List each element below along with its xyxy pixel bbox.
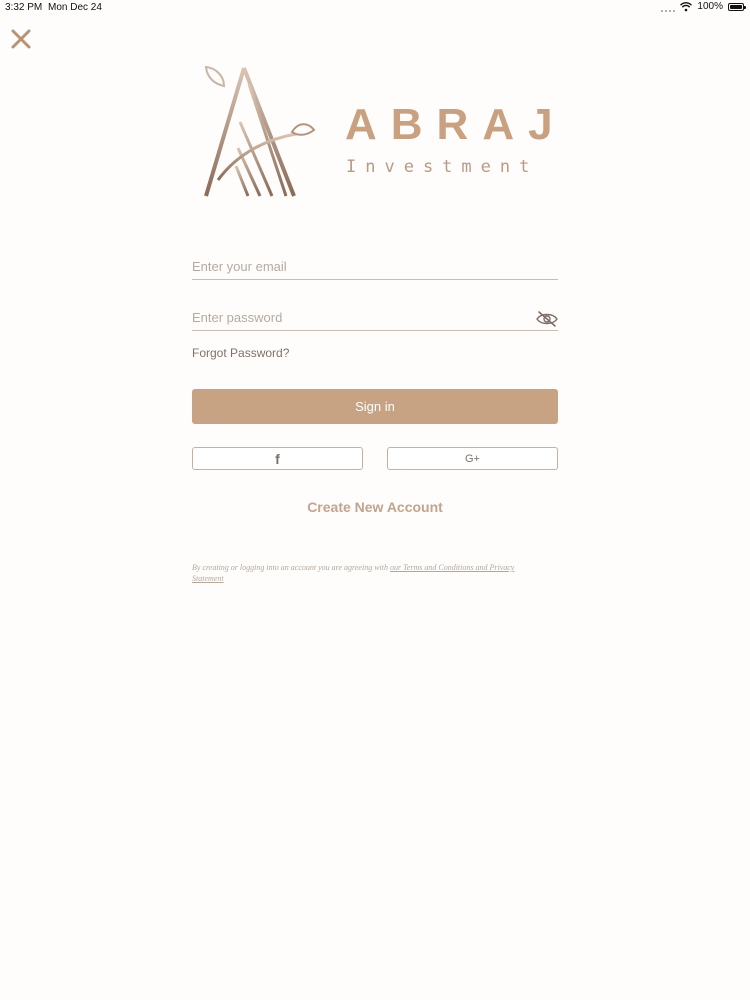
terms-notice: By creating or logging into an account y… (192, 562, 532, 584)
battery-icon (728, 2, 746, 11)
facebook-icon: f (275, 450, 280, 467)
logo-wordmark: ABRAJ (345, 100, 567, 149)
google-login-button[interactable]: G+ (387, 447, 558, 470)
forgot-password-link[interactable]: Forgot Password? (192, 346, 289, 360)
wifi-icon (680, 1, 693, 11)
close-button[interactable] (10, 28, 32, 50)
logo-mark-icon (204, 65, 316, 197)
email-field-wrapper (192, 253, 558, 280)
create-account-link[interactable]: Create New Account (192, 499, 558, 515)
status-bar: 3:32 PM Mon Dec 24 100% (0, 0, 750, 16)
password-input[interactable] (192, 304, 522, 330)
battery-percent: 100% (697, 1, 723, 12)
status-time: 3:32 PM (5, 2, 43, 13)
google-plus-icon: G+ (465, 452, 480, 465)
status-right: 100% (661, 1, 746, 12)
signal-icon (661, 2, 676, 12)
brand-logo: ABRAJ Investment (200, 62, 560, 202)
sign-in-button[interactable]: Sign in (192, 389, 558, 424)
facebook-login-button[interactable]: f (192, 447, 363, 470)
status-date: Mon Dec 24 (48, 2, 102, 13)
logo-subtitle: Investment (346, 157, 539, 177)
eye-slash-icon (536, 311, 558, 327)
terms-text: By creating or logging into an account y… (192, 563, 390, 572)
close-icon (11, 29, 31, 49)
toggle-password-visibility[interactable] (536, 310, 558, 328)
email-input[interactable] (192, 253, 558, 279)
password-field-wrapper (192, 304, 558, 331)
